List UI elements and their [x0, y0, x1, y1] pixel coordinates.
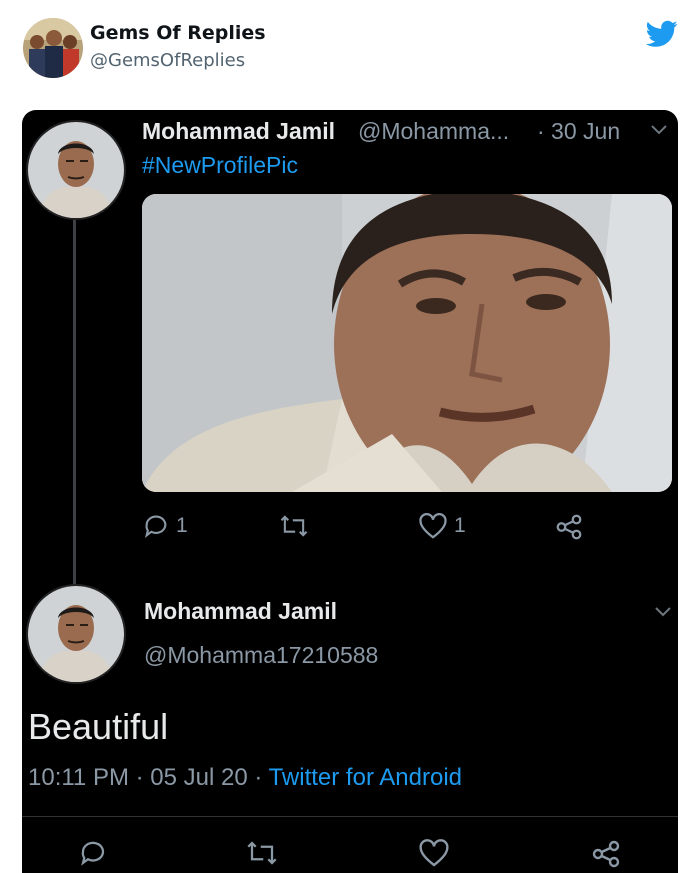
reply-time[interactable]: 10:11 PM · 05 Jul 20 ·	[28, 764, 262, 791]
tweet-author-handle[interactable]: @Mohamma...	[358, 118, 509, 145]
share-icon	[556, 514, 582, 540]
tweet-date[interactable]: · 30 Jun	[537, 118, 620, 145]
tweet-screenshot: Mohammad Jamil @Mohamma... · 30 Jun #New…	[22, 110, 678, 873]
tweet-hashtag[interactable]: #NewProfilePic	[142, 152, 298, 179]
reply-icon	[81, 841, 105, 866]
account-avatar[interactable]	[23, 18, 83, 78]
retweet-icon	[280, 515, 308, 537]
reply-author-name[interactable]: Mohammad Jamil	[144, 598, 337, 625]
reply-source[interactable]: Twitter for Android	[269, 764, 462, 791]
divider	[22, 816, 678, 817]
tweet-photo[interactable]	[142, 194, 672, 492]
reply-author-handle[interactable]: @Mohamma17210588	[144, 642, 378, 669]
tweet-author-name[interactable]: Mohammad Jamil	[142, 118, 335, 145]
reply-count: 1	[176, 514, 188, 537]
reply-retweet-action[interactable]	[244, 838, 280, 868]
share-icon	[592, 840, 620, 868]
reply-author-avatar[interactable]	[26, 584, 126, 684]
share-action[interactable]	[554, 512, 584, 542]
retweet-action[interactable]	[278, 512, 310, 540]
heart-icon	[419, 839, 449, 867]
reply-action[interactable]: 1	[142, 512, 188, 540]
account-handle[interactable]: @GemsOfReplies	[90, 50, 245, 71]
tweet-author-avatar[interactable]	[26, 120, 126, 220]
reply-like-action[interactable]	[418, 838, 450, 868]
twitter-bird-icon[interactable]	[646, 20, 678, 48]
reply-share-action[interactable]	[590, 838, 622, 870]
reply-text: Beautiful	[28, 706, 169, 747]
reply-reply-action[interactable]	[78, 838, 108, 868]
embed-header: Gems Of Replies @GemsOfReplies	[0, 0, 698, 100]
retweet-icon	[247, 841, 277, 865]
reply-timestamp: 10:11 PM · 05 Jul 20 · Twitter for Andro…	[28, 764, 462, 792]
chevron-down-icon[interactable]	[650, 124, 668, 136]
reply-icon	[144, 515, 167, 538]
account-name[interactable]: Gems Of Replies	[90, 22, 266, 44]
like-count: 1	[454, 514, 466, 537]
like-action[interactable]: 1	[418, 512, 466, 540]
chevron-down-icon[interactable]	[654, 606, 672, 618]
heart-icon	[419, 513, 447, 539]
